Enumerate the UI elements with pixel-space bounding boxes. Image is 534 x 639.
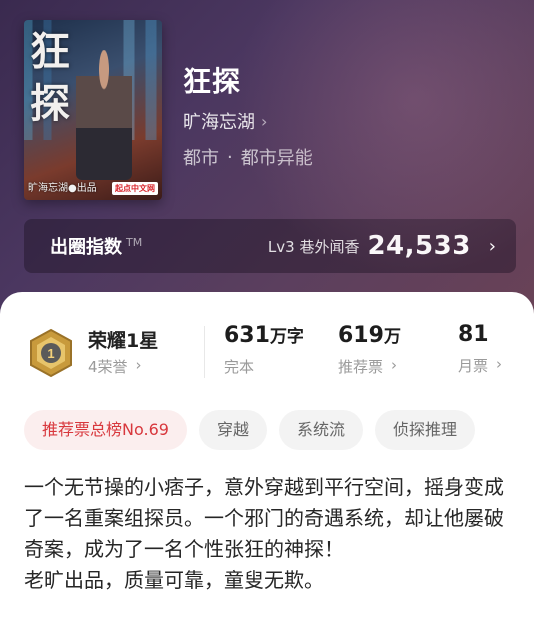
index-level: Lv3 巷外闻香: [267, 237, 360, 256]
book-detail-sheet: 1 荣耀1星 4荣誉 › 631万字 完本 619万 推荐票 › 81 月票 › 推…: [0, 292, 534, 639]
chevron-right-icon: ›: [496, 355, 503, 373]
influence-index-card[interactable]: 出圈指数 TM Lv3 巷外闻香 24,533 ›: [24, 219, 516, 273]
description-paragraph: 老旷出品，质量可靠，童叟无欺。: [24, 568, 324, 592]
stat-value: 631: [224, 323, 270, 348]
divider: [204, 326, 205, 378]
publisher-badge: 起点中文网: [112, 182, 158, 195]
stat-label: 推荐票: [338, 358, 384, 376]
honor-count: 4荣誉: [88, 358, 128, 376]
separator: ·: [227, 146, 233, 168]
index-label: 出圈指数: [50, 237, 122, 258]
category[interactable]: 都市: [183, 144, 219, 170]
stat-recommend-votes[interactable]: 619万 推荐票 ›: [338, 322, 401, 377]
cover-credit: 旷海忘湖●出品: [28, 183, 97, 194]
stat-word-count: 631万字 完本: [224, 322, 304, 377]
stat-unit: 万字: [269, 327, 304, 347]
tag-item[interactable]: 系统流: [278, 410, 363, 450]
book-title: 狂探: [183, 65, 242, 98]
book-cover[interactable]: 狂 探 旷海忘湖●出品 起点中文网: [24, 20, 162, 200]
stat-value: 81: [458, 322, 489, 347]
stat-label: 月票: [458, 357, 489, 375]
trademark: TM: [126, 235, 143, 249]
author-name: 旷海忘湖: [183, 112, 255, 133]
cover-figure: [76, 50, 132, 180]
subcategory[interactable]: 都市异能: [241, 144, 313, 170]
stat-label: 完本: [224, 358, 255, 376]
stat-value: 619: [338, 323, 384, 348]
honor-link[interactable]: 4荣誉 ›: [88, 356, 142, 377]
cover-title-glyph: 狂: [30, 28, 70, 75]
honor-medal-icon[interactable]: 1: [26, 328, 76, 378]
author-link[interactable]: 旷海忘湖 ›: [183, 108, 267, 134]
chevron-right-icon: ›: [135, 356, 142, 374]
stat-unit: 万: [383, 327, 401, 347]
index-score: 24,533: [367, 231, 471, 261]
stat-monthly-votes[interactable]: 81 月票 ›: [458, 322, 502, 376]
tag-ranking[interactable]: 推荐票总榜No.69: [24, 410, 187, 450]
chevron-right-icon: ›: [391, 356, 398, 374]
medal-number: 1: [47, 346, 54, 361]
genre-row: 都市 · 都市异能: [183, 144, 313, 170]
tag-item[interactable]: 穿越: [198, 410, 267, 450]
tag-list: 推荐票总榜No.69 穿越 系统流 侦探推理: [24, 410, 475, 450]
book-description[interactable]: 一个无节操的小痞子，意外穿越到平行空间，摇身变成了一名重案组探员。一个邪门的奇遇…: [24, 472, 514, 596]
honor-title: 荣耀1星: [88, 330, 159, 352]
cover-title-glyph: 探: [30, 80, 70, 127]
book-header: 狂 探 旷海忘湖●出品 起点中文网 狂探 旷海忘湖 › 都市 · 都市异能 出圈…: [0, 0, 534, 330]
chevron-right-icon: ›: [488, 235, 496, 257]
description-paragraph: 一个无节操的小痞子，意外穿越到平行空间，摇身变成了一名重案组探员。一个邪门的奇遇…: [24, 475, 504, 561]
tag-item[interactable]: 侦探推理: [374, 410, 475, 450]
chevron-right-icon: ›: [261, 111, 268, 131]
stats-row: 1 荣耀1星 4荣誉 › 631万字 完本 619万 推荐票 › 81 月票 ›: [0, 292, 534, 392]
